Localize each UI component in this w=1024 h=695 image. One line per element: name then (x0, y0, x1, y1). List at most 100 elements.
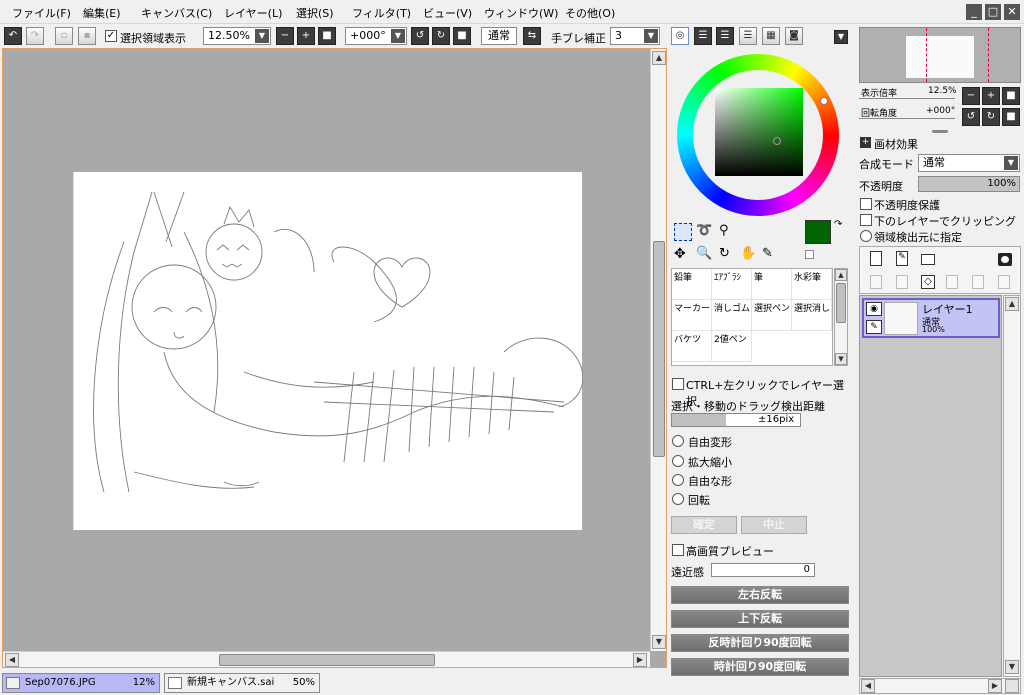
scratchpad-icon[interactable]: ◙ (785, 27, 803, 45)
clipping-checkbox[interactable] (860, 214, 872, 226)
merge-down-icon[interactable] (896, 275, 908, 289)
horizontal-scroll-thumb[interactable] (219, 654, 435, 666)
radio-scale[interactable] (672, 455, 684, 467)
transparent-color-icon[interactable] (805, 250, 814, 259)
invert-selection-icon[interactable]: ▪ (78, 27, 96, 45)
perspective-slider[interactable]: 0 (711, 563, 815, 577)
primary-color-swatch[interactable] (805, 220, 831, 244)
brush-airbrush[interactable]: ｴｱﾌﾞﾗｼ (712, 269, 752, 300)
swatch-icon[interactable]: ☰ (739, 27, 757, 45)
cancel-button[interactable]: 中止 (741, 516, 807, 534)
opacity-slider[interactable]: 100% (918, 176, 1020, 192)
stabilizer-select[interactable]: 3 ▼ (610, 27, 660, 45)
minimize-button[interactable]: _ (966, 4, 982, 20)
nav-rotate-reset-icon[interactable]: ■ (1002, 108, 1020, 126)
clear-layer-icon[interactable]: ◇ (921, 275, 935, 289)
menu-layer[interactable]: レイヤー(L) (224, 5, 282, 21)
ctrl-click-checkbox[interactable] (672, 378, 684, 390)
rotate-left-icon[interactable]: ↺ (411, 27, 429, 45)
flip-horizontal-button[interactable]: 左右反転 (671, 586, 849, 604)
move-icon[interactable]: ✥ (674, 246, 686, 262)
zoom-in-icon[interactable]: + (297, 27, 315, 45)
lasso-icon[interactable]: ➰ (696, 223, 712, 238)
flip-vertical-button[interactable]: 上下反転 (671, 610, 849, 628)
vertical-scroll-thumb[interactable] (653, 241, 665, 457)
scroll-up-icon[interactable]: ▲ (835, 269, 847, 281)
rotate-right-icon[interactable]: ↻ (432, 27, 450, 45)
radio-rotate[interactable] (672, 493, 684, 505)
menu-edit[interactable]: 編集(E) (83, 5, 121, 21)
new-layer-icon[interactable] (870, 251, 882, 266)
menu-filter[interactable]: フィルタ(T) (352, 5, 411, 21)
swap-colors-icon[interactable]: ↷ (834, 219, 842, 230)
deselect-icon[interactable]: ▫ (55, 27, 73, 45)
horizontal-scrollbar[interactable]: ◀ ▶ (3, 651, 650, 667)
brush-marker[interactable]: マーカー (672, 300, 712, 331)
brush-scrollbar[interactable]: ▲ ▼ (834, 268, 848, 366)
menu-file[interactable]: ファイル(F) (12, 5, 71, 21)
menu-canvas[interactable]: キャンバス(C) (141, 5, 212, 21)
color-picker-cursor[interactable] (773, 137, 781, 145)
eyedropper-icon[interactable]: ✎ (762, 246, 773, 261)
nav-zoom-in-icon[interactable]: + (982, 87, 1000, 105)
delete-layer-icon[interactable] (946, 275, 958, 289)
brush-select-erase[interactable]: 選択消し (792, 300, 832, 331)
layer-vertical-scrollbar[interactable]: ▲ ▼ (1003, 295, 1021, 677)
nav-rotation-slider[interactable] (859, 118, 955, 119)
canvas-document[interactable] (73, 172, 584, 530)
document-tab-jpg[interactable]: Sep07076.JPG 12% (2, 673, 160, 693)
layer-horizontal-scrollbar[interactable]: ◀ ▶ (859, 678, 1021, 694)
restore-button[interactable]: □ (985, 4, 1001, 20)
nav-rotate-right-icon[interactable]: ↻ (982, 108, 1000, 126)
menu-select[interactable]: 選択(S) (296, 5, 334, 21)
color-wheel-mode-icon[interactable]: ◎ (671, 27, 689, 45)
palette-icon[interactable]: ▦ (762, 27, 780, 45)
document-tab-sai[interactable]: 新規キャンバス.sai 50% (164, 673, 320, 693)
region-source-radio[interactable] (860, 230, 872, 242)
nav-zoom-out-icon[interactable]: − (962, 87, 980, 105)
zoom-reset-icon[interactable]: ■ (318, 27, 336, 45)
brush-scroll-thumb[interactable] (836, 283, 846, 323)
brush-watercolor[interactable]: 水彩筆 (792, 269, 832, 300)
confirm-button[interactable]: 確定 (671, 516, 737, 534)
scroll-down-icon[interactable]: ▼ (652, 635, 666, 649)
nav-zoom-slider[interactable] (859, 98, 955, 99)
pen-icon[interactable]: ✎ (866, 320, 882, 334)
brush-select-pen[interactable]: 選択ペン (752, 300, 792, 331)
scroll-down-icon[interactable]: ▼ (835, 353, 847, 365)
brush-bucket[interactable]: バケツ (672, 331, 712, 362)
scroll-down-icon[interactable]: ▼ (1005, 660, 1019, 674)
drag-distance-slider[interactable]: ±16pix (671, 413, 801, 427)
redo-icon[interactable]: ↷ (26, 27, 44, 45)
rotate-reset-icon[interactable]: ■ (453, 27, 471, 45)
rotate-cw-button[interactable]: 時計回り90度回転 (671, 658, 849, 676)
scroll-left-icon[interactable]: ◀ (5, 653, 19, 667)
layer-mask-icon[interactable] (998, 253, 1012, 266)
scroll-right-icon[interactable]: ▶ (988, 679, 1002, 693)
panel-menu-icon[interactable]: ▼ (834, 30, 848, 44)
nav-zoom-reset-icon[interactable]: ■ (1002, 87, 1020, 105)
effects-label[interactable]: 画材効果 (874, 136, 918, 152)
rgb-slider-icon[interactable]: ☰ (694, 27, 712, 45)
hand-icon[interactable]: ✋ (740, 246, 756, 261)
navigator-preview[interactable] (859, 27, 1021, 83)
hq-preview-checkbox[interactable] (672, 544, 684, 556)
rotation-select[interactable]: +000° ▼ (345, 27, 407, 45)
menu-window[interactable]: ウィンドウ(W) (484, 5, 558, 21)
protect-opacity-checkbox[interactable] (860, 198, 872, 210)
brush-pencil[interactable]: 鉛筆 (672, 269, 712, 300)
flip-view-icon[interactable]: ⇆ (523, 27, 541, 45)
zoom-out-icon[interactable]: − (276, 27, 294, 45)
rotate-tool-icon[interactable]: ↻ (719, 246, 730, 261)
undo-icon[interactable]: ↶ (4, 27, 22, 45)
rotate-ccw-button[interactable]: 反時計回り90度回転 (671, 634, 849, 652)
flatten-icon[interactable] (998, 275, 1010, 289)
menu-view[interactable]: ビュー(V) (423, 5, 472, 21)
scroll-up-icon[interactable]: ▲ (1005, 297, 1019, 311)
saturation-value-square[interactable] (715, 88, 803, 176)
panel-splitter[interactable] (932, 130, 948, 133)
blend-mode-button[interactable]: 通常 (481, 27, 517, 45)
new-linework-layer-icon[interactable]: ✎ (896, 251, 908, 266)
merge-visible-icon[interactable] (972, 275, 984, 289)
close-button[interactable]: ✕ (1004, 4, 1020, 20)
